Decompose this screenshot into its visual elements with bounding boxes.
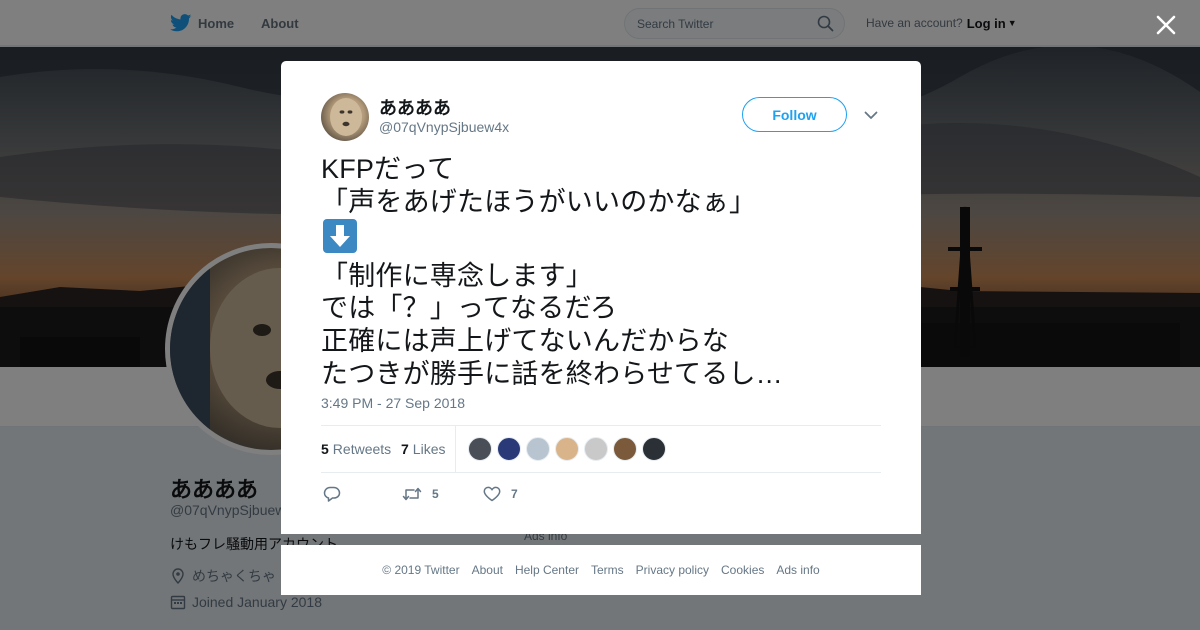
modal-footer: © 2019 Twitter About Help Center Terms P… [281,545,921,595]
tweet-line: KFPだって [321,154,455,184]
down-arrow-emoji-icon [323,219,357,254]
tweet-author-name[interactable]: ああああ [379,94,451,120]
reply-button[interactable] [323,483,341,505]
follow-button[interactable]: Follow [742,97,847,132]
tweet-text: KFPだって 「声をあげたほうがいいのかなぁ」 「制作に専念します」 では「？」… [321,153,881,390]
tweet-line: たつきが勝手に話を終わらせてるし… [321,358,783,389]
footer-copyright: © 2019 Twitter [382,563,460,577]
tweet-stats: 5 Retweets 7 Likes [321,425,881,473]
stats-divider [455,426,456,472]
tweet-actions: 5 7 [321,483,621,505]
footer-link-help-center[interactable]: Help Center [515,563,579,577]
liker-avatars [468,437,671,461]
liker-avatar[interactable] [555,437,579,461]
footer-link-terms[interactable]: Terms [591,563,624,577]
chevron-down-icon[interactable] [863,107,879,123]
like-button[interactable]: 7 [483,483,518,505]
liker-avatar[interactable] [468,437,492,461]
footer-link-ads-info[interactable]: Ads info [776,563,819,577]
retweet-icon [402,487,422,501]
liker-avatar[interactable] [497,437,521,461]
tweet-timestamp[interactable]: 3:49 PM - 27 Sep 2018 [321,395,465,411]
tweet-line: 「制作に専念します」 [321,260,593,291]
footer-link-about[interactable]: About [472,563,503,577]
retweet-button[interactable]: 5 [402,483,439,505]
close-icon[interactable] [1152,11,1180,39]
liker-avatar[interactable] [642,437,666,461]
footer-link-privacy[interactable]: Privacy policy [636,563,709,577]
retweets-count: 5 [321,441,329,457]
likes-label: Likes [412,441,446,457]
footer-link-cookies[interactable]: Cookies [721,563,764,577]
liker-avatar[interactable] [584,437,608,461]
tweet-line-emoji [321,218,881,260]
tweet-author-handle[interactable]: @07qVnypSjbuew4x [379,119,509,135]
liker-avatar[interactable] [613,437,637,461]
likes-stat[interactable]: 7 Likes [401,426,445,472]
reply-icon [323,486,341,502]
retweet-action-count: 5 [432,487,439,501]
retweets-stat[interactable]: 5 Retweets [321,426,391,472]
tweet-author-avatar[interactable] [321,93,369,141]
liker-avatar[interactable] [526,437,550,461]
retweets-label: Retweets [332,441,392,457]
tweet-modal: ああああ @07qVnypSjbuew4x Follow KFPだって 「声をあ… [281,61,921,534]
likes-count: 7 [401,441,409,457]
tweet-line: 「声をあげたほうがいいのかなぁ」 [321,186,757,217]
tweet-line: 正確には声上げてないんだからな [321,325,729,356]
like-action-count: 7 [511,487,518,501]
tweet-line: では「？」ってなるだろ [321,293,618,324]
heart-icon [483,486,501,502]
